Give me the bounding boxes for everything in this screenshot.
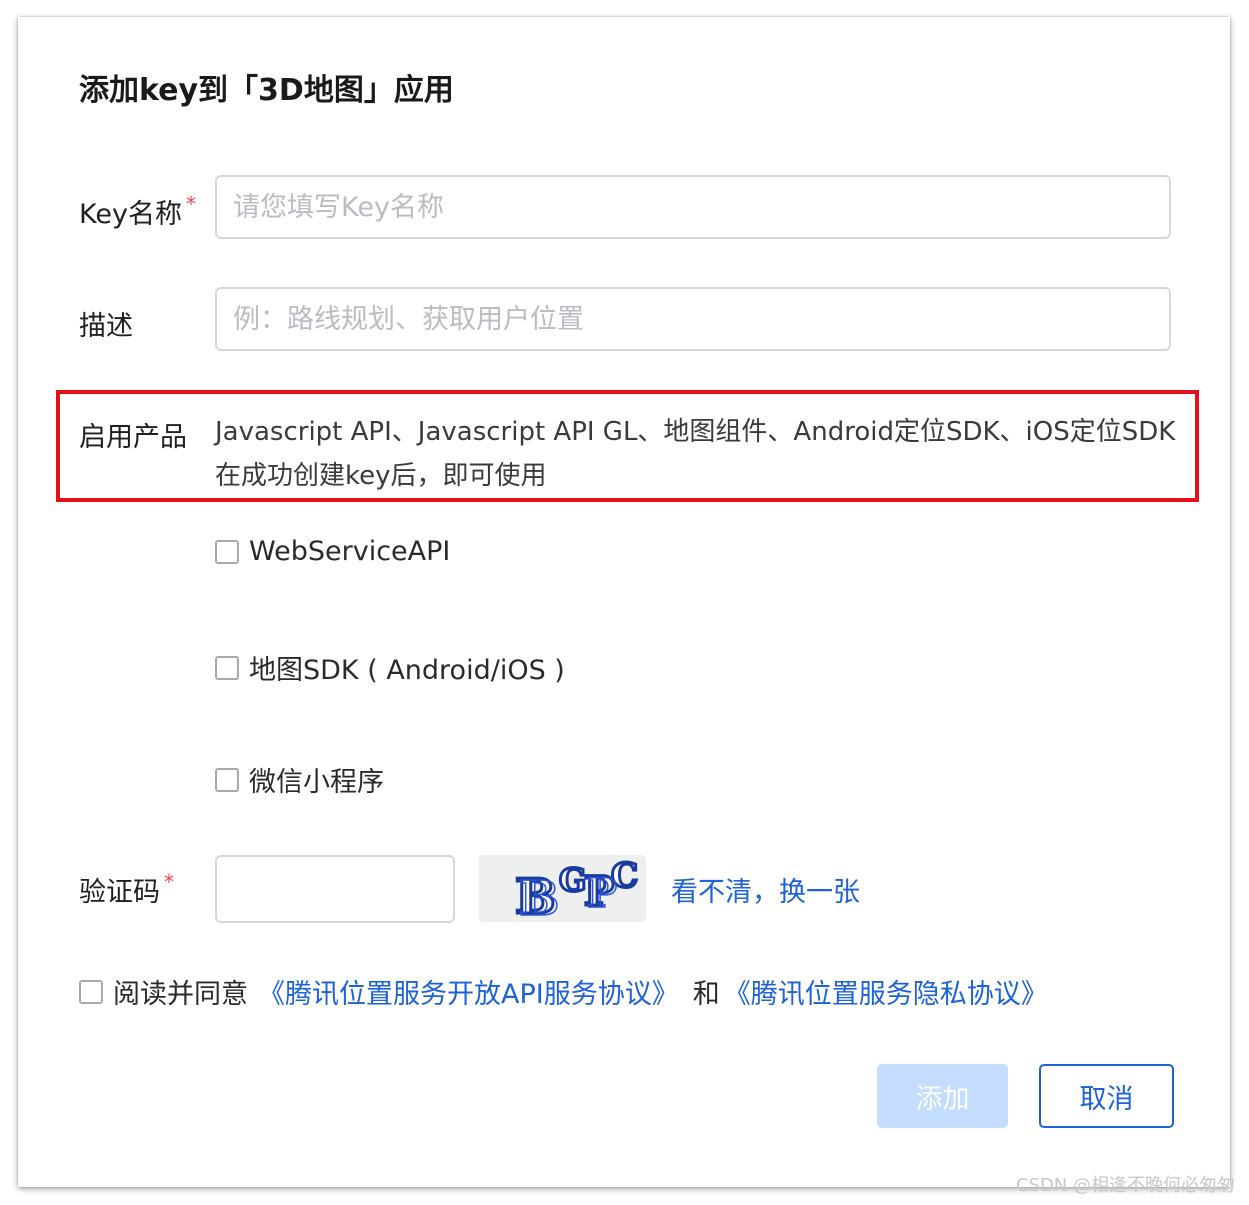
captcha-image-graphic: B G P C B P — [514, 855, 640, 928]
add-key-dialog: 添加key到「3D地图」应用 Key名称* 描述 启用产品 Javascript… — [18, 17, 1230, 1187]
privacy-agreement-link[interactable]: 《腾讯位置服务隐私协议》 — [724, 972, 1048, 1011]
captcha-refresh-link[interactable]: 看不清，换一张 — [671, 870, 860, 909]
agreement-and: 和 — [692, 979, 720, 1010]
map-sdk-label: 地图SDK ( Android/iOS ) — [249, 655, 565, 686]
required-mark: * — [185, 192, 196, 216]
description-input[interactable] — [215, 287, 1171, 351]
key-name-input[interactable] — [215, 175, 1171, 239]
add-button[interactable]: 添加 — [877, 1064, 1008, 1128]
cancel-button[interactable]: 取消 — [1039, 1064, 1174, 1128]
products-default-text: Javascript API、Javascript API GL、地图组件、An… — [215, 417, 1176, 491]
svg-text:B: B — [519, 871, 560, 922]
option-wechat-miniprogram[interactable]: 微信小程序 — [215, 760, 384, 799]
captcha-input[interactable] — [215, 855, 455, 923]
agreement-prefix: 阅读并同意 — [113, 979, 248, 1010]
option-webservice[interactable]: WebServiceAPI — [215, 536, 450, 567]
svg-text:G: G — [559, 861, 586, 899]
key-name-label-text: Key名称 — [79, 199, 182, 230]
dialog-title: 添加key到「3D地图」应用 — [79, 73, 454, 108]
key-name-label: Key名称 * — [79, 192, 196, 231]
captcha-image[interactable]: B G P C B P — [479, 855, 646, 928]
wechat-miniprogram-label: 微信小程序 — [249, 767, 384, 798]
api-service-agreement-link[interactable]: 《腾讯位置服务开放API服务协议》 — [258, 972, 679, 1011]
captcha-label-text: 验证码 — [79, 877, 160, 908]
wechat-miniprogram-checkbox[interactable] — [215, 767, 239, 792]
captcha-label: 验证码 * — [79, 870, 174, 909]
map-sdk-checkbox[interactable] — [215, 655, 239, 680]
products-label: 启用产品 — [79, 422, 187, 453]
watermark: CSDN @相逢不晚何必匆匆 — [1015, 1175, 1235, 1196]
webservice-checkbox[interactable] — [215, 539, 239, 564]
description-label: 描述 — [79, 311, 133, 342]
svg-text:P: P — [587, 870, 617, 917]
webservice-label: WebServiceAPI — [249, 536, 451, 567]
agreement-row: 阅读并同意 《腾讯位置服务开放API服务协议》 和 《腾讯位置服务隐私协议》 — [79, 972, 1048, 1011]
option-map-sdk[interactable]: 地图SDK ( Android/iOS ) — [215, 648, 565, 687]
agreement-checkbox[interactable] — [79, 979, 103, 1004]
required-mark: * — [164, 870, 174, 894]
